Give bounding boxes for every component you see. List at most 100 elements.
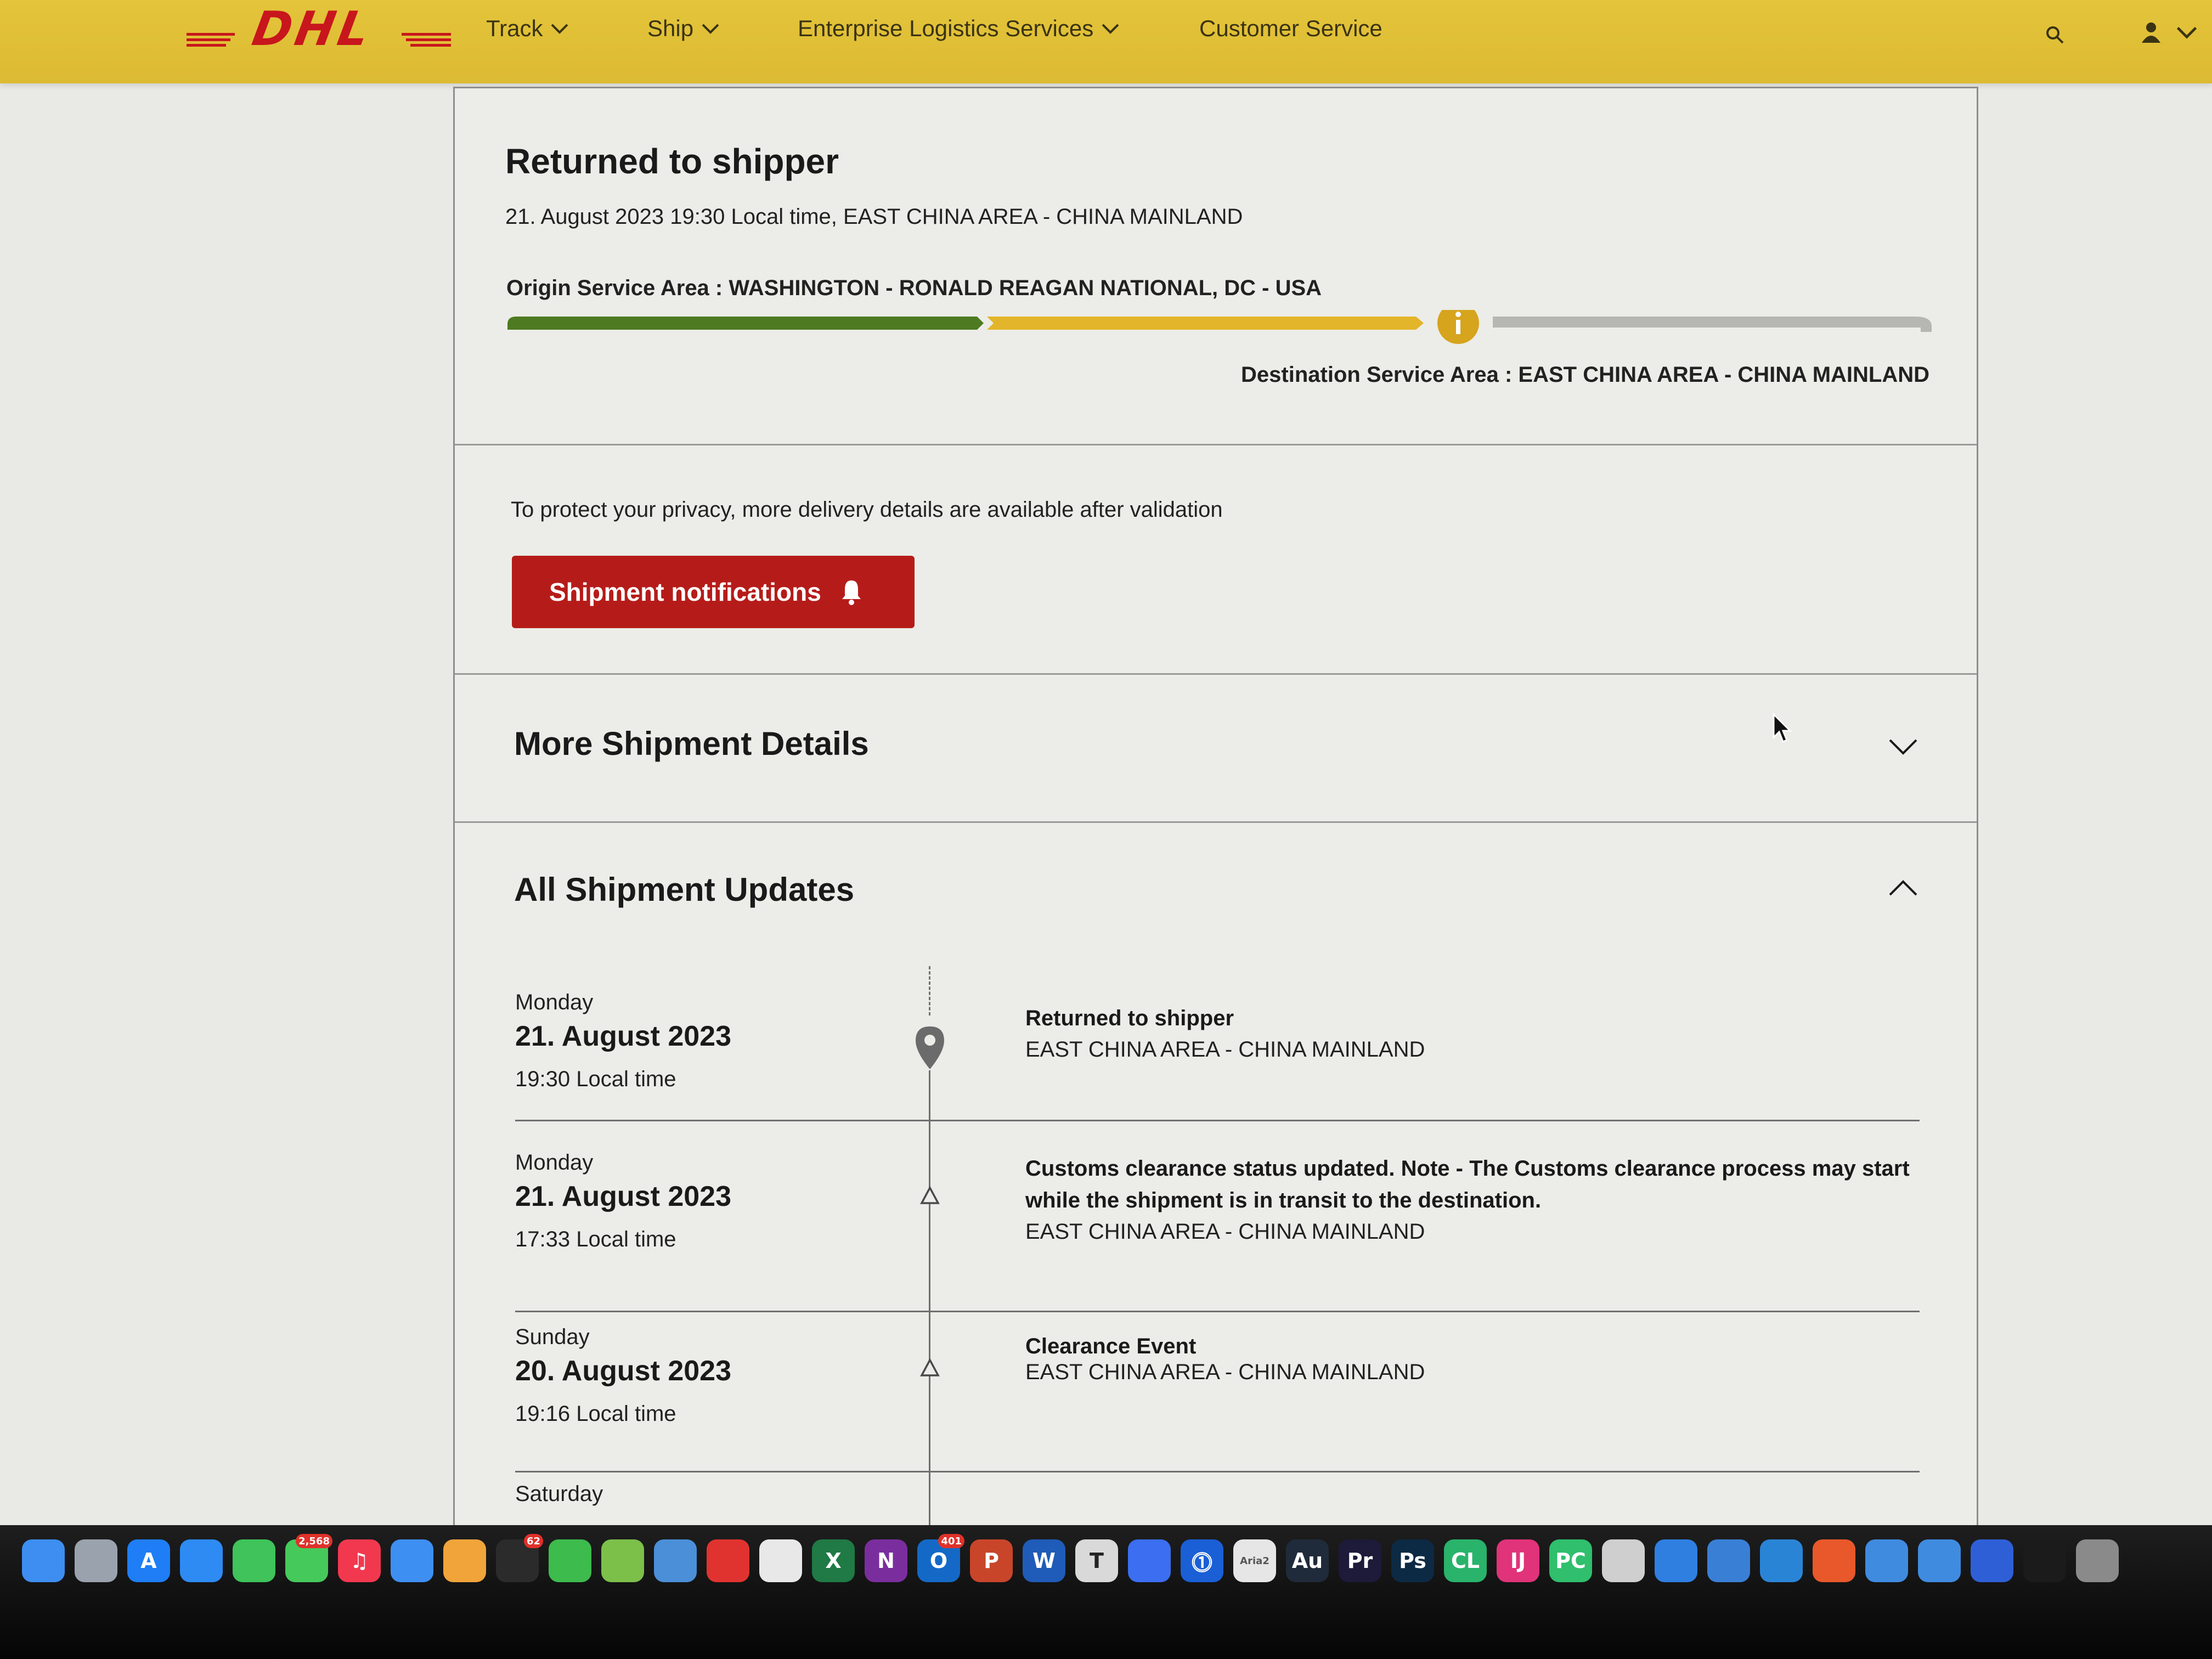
all-shipment-updates-heading: All Shipment Updates [514,871,855,908]
destination-service-area: Destination Service Area : EAST CHINA AR… [1241,363,1929,387]
dhl-logo-text: DHL [249,9,377,48]
notes-app-icon[interactable] [1602,1539,1645,1582]
safari-icon[interactable] [180,1539,223,1582]
user-icon[interactable] [2140,21,2163,44]
pen-app-icon[interactable] [1128,1539,1171,1582]
top-navigation: DHL Track Ship Enterprise Logistics Serv… [0,0,2212,83]
audition-icon[interactable]: Au [1286,1539,1329,1582]
system-prefs-icon[interactable] [2076,1539,2119,1582]
dock-icon-glyph: ⓵ [1191,1550,1212,1575]
facetime-icon[interactable] [233,1539,275,1582]
event-time: 17:33 Local time [515,1227,676,1251]
bell-icon [842,580,861,605]
wechat-icon[interactable] [549,1539,591,1582]
xcode-icon[interactable] [1655,1539,1697,1582]
triangle-icon [920,1358,940,1376]
chevron-up-icon[interactable] [1888,878,1918,898]
mouse-cursor-icon [1773,713,1792,743]
photoshop-icon[interactable]: Ps [1391,1539,1434,1582]
vscode-icon[interactable] [1760,1539,1803,1582]
terminal-icon[interactable] [2023,1539,2066,1582]
maps-icon[interactable] [601,1539,644,1582]
divider [455,821,1977,823]
event-day: Monday [515,990,594,1014]
event-title: Clearance Event [1025,1334,1197,1358]
event-time: 19:30 Local time [515,1067,676,1091]
music-icon[interactable]: ♫ [338,1539,381,1582]
typora-icon[interactable]: T [1075,1539,1118,1582]
dock-icon-glyph: W [1032,1549,1056,1573]
search-icon[interactable] [2045,25,2065,45]
messages-icon[interactable]: 2,568 [285,1534,332,1582]
privacy-notice: To protect your privacy, more delivery d… [511,498,1223,522]
dock-icon-glyph: IJ [1510,1549,1526,1573]
triangle-icon [920,1186,940,1204]
onenote-icon[interactable]: N [865,1539,907,1582]
remote-desktop-icon[interactable] [1707,1539,1750,1582]
event-day: Sunday [515,1325,590,1349]
notification-badge: 2,568 [296,1534,332,1548]
outlook-icon[interactable]: O 401 [917,1534,964,1582]
game-icon[interactable] [654,1539,697,1582]
1password-icon[interactable]: ⓵ [1181,1539,1223,1582]
dock-icon-glyph: CL [1451,1549,1480,1573]
event-divider [515,1471,1920,1472]
dock-icon-glyph: Pr [1347,1549,1373,1573]
chevron-down-icon[interactable] [2176,25,2198,40]
dock-icon-glyph: X [825,1549,842,1573]
notification-badge: 401 [938,1534,964,1548]
qq-icon[interactable]: 62 [496,1534,543,1582]
app-store-icon[interactable]: A [127,1539,170,1582]
progress-segment-pending [1493,317,1932,332]
status-title: Returned to shipper [505,142,839,181]
dock-icon-glyph: T [1090,1549,1104,1573]
event-time: 19:16 Local time [515,1402,676,1426]
folder-icon[interactable] [1865,1539,1908,1582]
intellij-icon[interactable]: IJ [1497,1539,1539,1582]
aria2-icon[interactable]: Aria2 [1233,1539,1276,1582]
dock-icon-glyph: Ps [1399,1549,1426,1573]
word-icon[interactable]: W [1023,1539,1065,1582]
dock-icon-glyph: Au [1291,1549,1323,1573]
premiere-icon[interactable]: Pr [1339,1539,1381,1582]
dock-icon-glyph: A [140,1549,157,1573]
info-icon [1437,310,1479,344]
powerpoint-icon[interactable]: P [970,1539,1013,1582]
dhl-logo[interactable]: DHL [187,9,451,48]
excel-icon[interactable]: X [812,1539,855,1582]
nav-ship[interactable]: Ship [647,12,720,45]
event-date: 21. August 2023 [515,1181,732,1212]
clion-icon[interactable]: CL [1444,1539,1487,1582]
nav-customer-service[interactable]: Customer Service [1199,12,1383,45]
mail-icon[interactable] [391,1539,433,1582]
progress-segment-complete [507,317,984,330]
dock-icon-glyph: PC [1555,1549,1586,1573]
dock-icon-glyph: Aria2 [1240,1555,1269,1567]
office-icon[interactable] [1813,1539,1855,1582]
nav-enterprise-logistics[interactable]: Enterprise Logistics Services [798,12,1120,45]
divider [455,673,1977,675]
finder-icon[interactable] [22,1539,65,1582]
shipment-notifications-button[interactable]: Shipment notifications [512,556,915,628]
pycharm-icon[interactable]: PC [1549,1539,1592,1582]
nav-track[interactable]: Track [486,12,569,45]
screenshot-icon[interactable] [1971,1539,2013,1582]
launchpad-icon[interactable] [75,1539,117,1582]
photos-icon[interactable] [443,1539,486,1582]
chevron-down-icon [1102,24,1119,34]
chevron-down-icon[interactable] [1888,737,1918,757]
dock-icon-glyph: O [929,1549,948,1573]
shipment-event: Monday 21. August 2023 19:30 Local time … [515,990,1920,1155]
activity-icon[interactable] [1918,1539,1961,1582]
progress-segment-in-transit [987,317,1424,330]
shipment-card: Returned to shipper 21. August 2023 19:3… [453,87,1978,1619]
nav-ship-label: Ship [647,15,694,41]
nav-enterprise-label: Enterprise Logistics Services [798,15,1094,41]
chevron-down-icon [551,24,568,34]
dock-icon-glyph: N [877,1549,895,1573]
shipment-notifications-label: Shipment notifications [549,578,821,606]
chrome-icon[interactable] [759,1539,802,1582]
event-location: EAST CHINA AREA - CHINA MAINLAND [1025,1220,1425,1244]
netease-music-icon[interactable] [707,1539,749,1582]
event-location: EAST CHINA AREA - CHINA MAINLAND [1025,1360,1425,1384]
